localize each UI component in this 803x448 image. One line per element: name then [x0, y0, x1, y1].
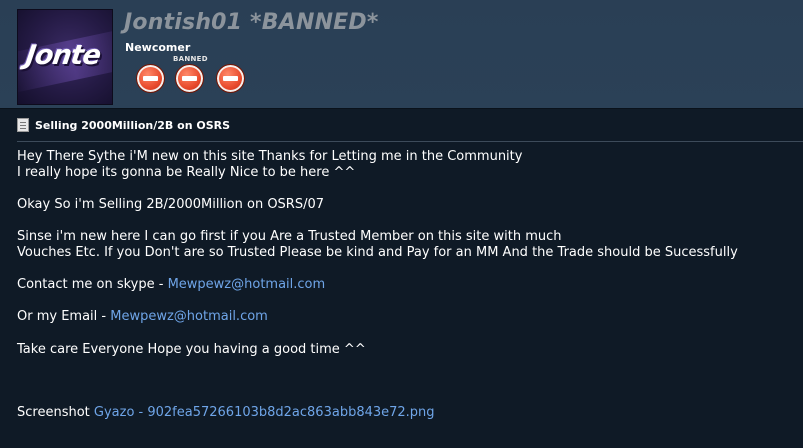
banned-icon [136, 64, 165, 93]
post-text-line: Hey There Sythe i'M new on this site Tha… [17, 149, 523, 164]
post-text-line: I really hope its gonna be Really Nice t… [17, 165, 356, 180]
skype-label: Contact me on skype - [17, 277, 168, 292]
post-body: Selling 2000Million/2B on OSRS Hey There… [0, 109, 803, 448]
post-title: Selling 2000Million/2B on OSRS [17, 118, 230, 132]
screenshot-link[interactable]: Gyazo - 902fea57266103b8d2ac863abb843e72… [94, 405, 435, 420]
username[interactable]: Jontish01 *BANNED* [124, 10, 379, 35]
avatar-logo-text: Jonte [23, 40, 103, 71]
banned-icon [175, 64, 204, 93]
skype-link[interactable]: Mewpewz@hotmail.com [168, 277, 326, 292]
post-text-line: Vouches Etc. If you Don't are so Trusted… [17, 245, 738, 260]
post-text-line: Sinse i'm new here I can go first if you… [17, 229, 562, 244]
post-text-line: Okay So i'm Selling 2B/2000Million on OS… [17, 197, 325, 212]
screenshot-line: Screenshot Gyazo - 902fea57266103b8d2ac8… [17, 405, 435, 421]
post-title-text: Selling 2000Million/2B on OSRS [35, 118, 231, 132]
forum-post: Jonte Jontish01 *BANNED* Newcomer BANNED… [0, 0, 803, 448]
screenshot-label: Screenshot [17, 405, 94, 420]
skype-contact-line: Contact me on skype - Mewpewz@hotmail.co… [17, 277, 325, 293]
email-link[interactable]: Mewpewz@hotmail.com [110, 309, 268, 324]
email-label: Or my Email - [17, 309, 111, 324]
divider [17, 141, 803, 142]
banned-tag: BANNED [173, 55, 208, 63]
email-contact-line: Or my Email - Mewpewz@hotmail.com [17, 309, 268, 325]
post-text-line: Take care Everyone Hope you having a goo… [17, 342, 366, 357]
avatar[interactable]: Jonte [17, 9, 113, 105]
banned-icon [216, 64, 245, 93]
post-header: Jonte Jontish01 *BANNED* Newcomer BANNED [0, 0, 803, 109]
document-icon [17, 118, 29, 132]
user-title: Newcomer [125, 41, 191, 54]
